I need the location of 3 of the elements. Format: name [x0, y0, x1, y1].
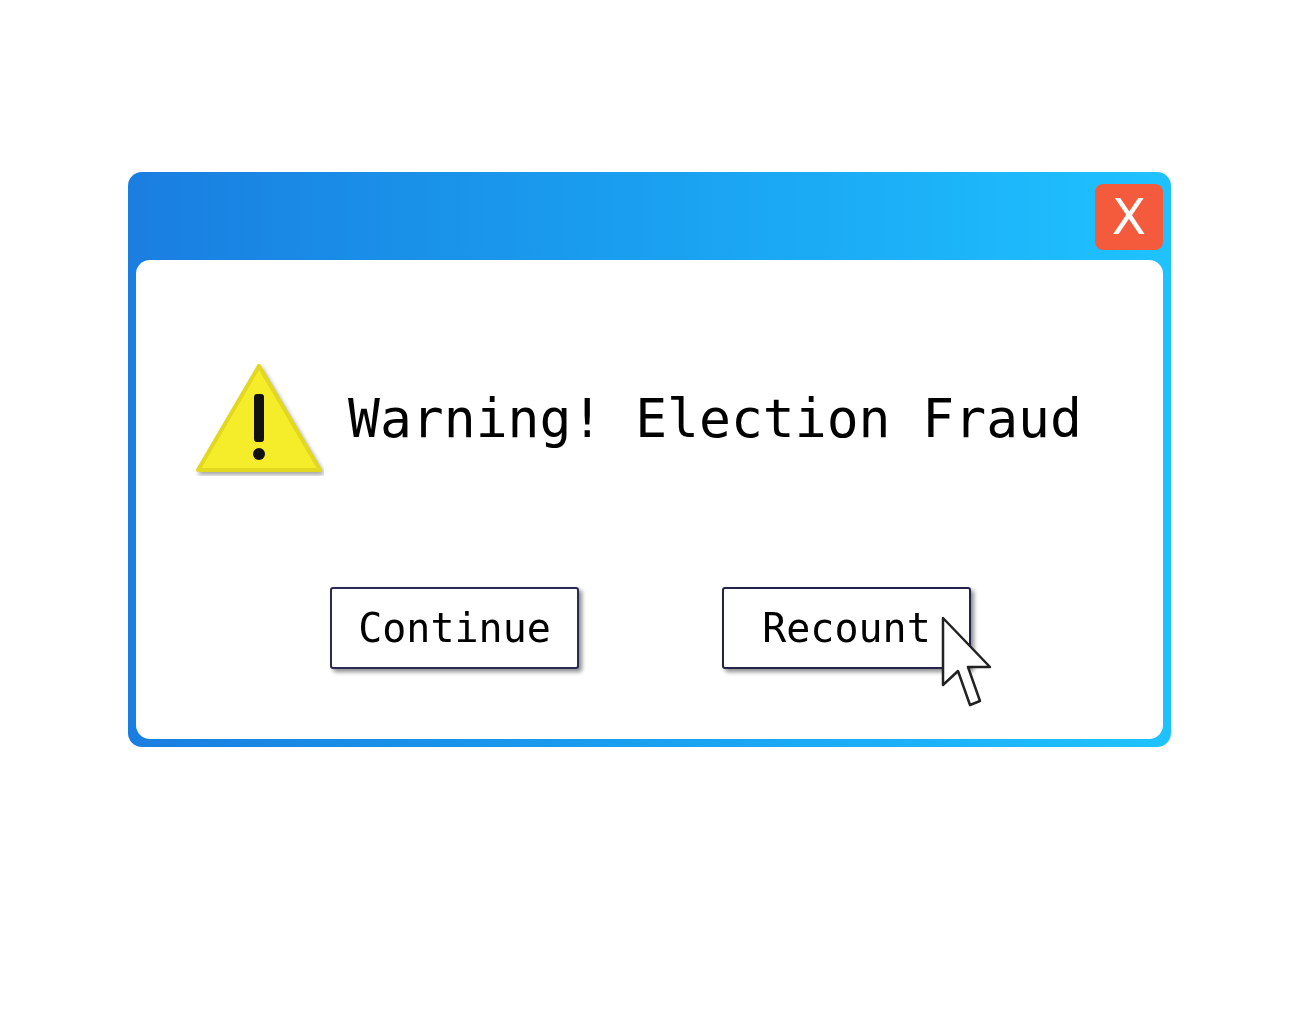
dialog-button[interactable]: Continue: [330, 587, 579, 669]
dialog-button[interactable]: Recount: [722, 587, 971, 669]
warning-message: Warning! Election Fraud: [348, 387, 1082, 452]
